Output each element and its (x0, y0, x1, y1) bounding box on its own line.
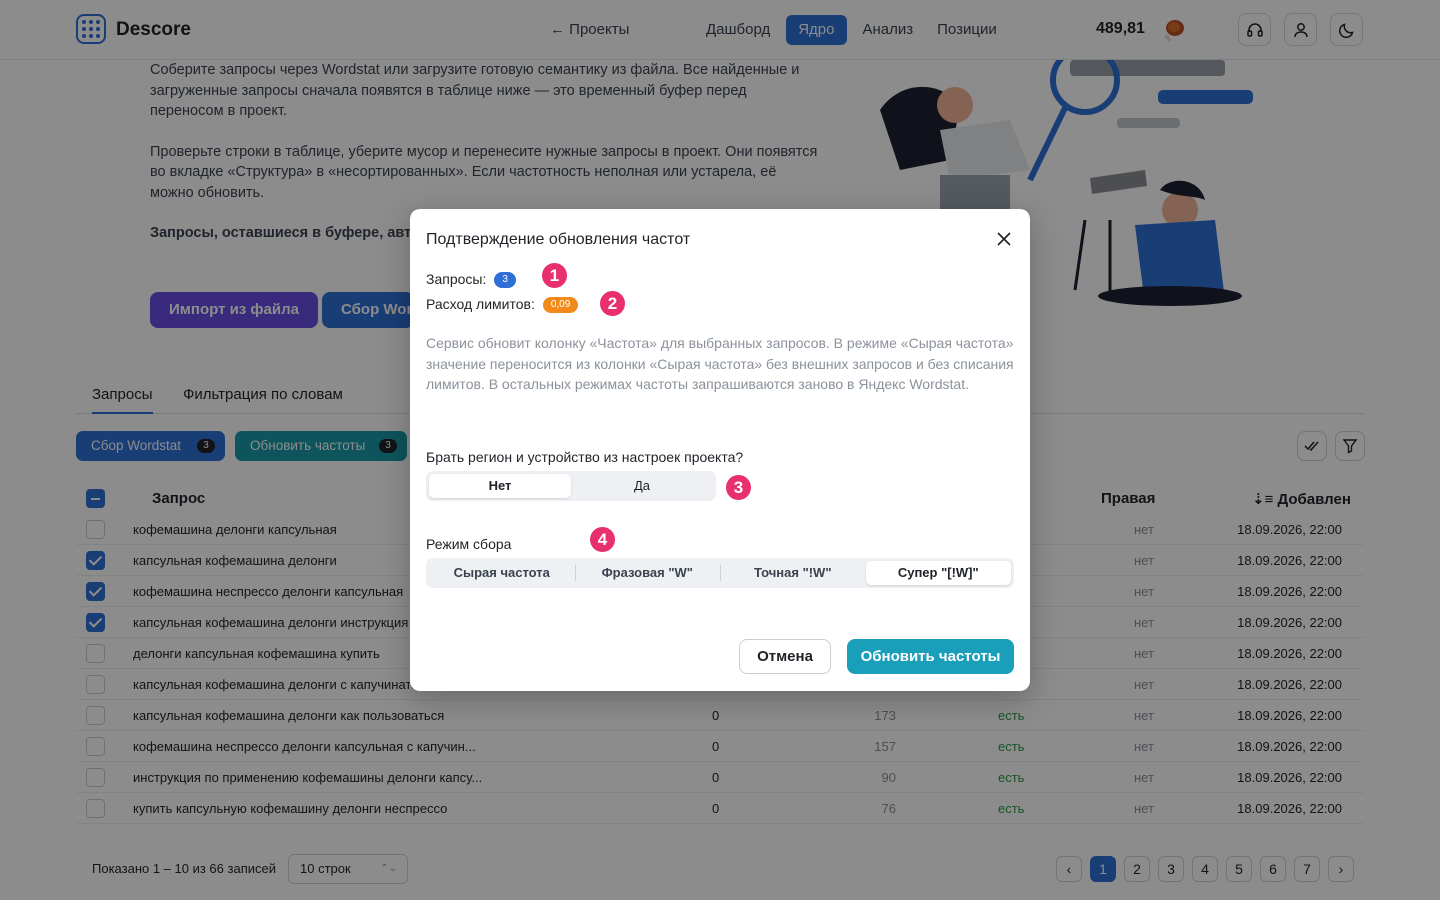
close-icon[interactable] (996, 231, 1012, 247)
update-frequencies-dialog: Подтверждение обновления частот Запросы:… (410, 209, 1030, 691)
annotation-marker-2: 2 (598, 289, 627, 318)
region-question: Брать регион и устройство из настроек пр… (426, 449, 744, 465)
dialog-description: Сервис обновит колонку «Частота» для выб… (426, 335, 1014, 392)
mode-option-super[interactable]: Супер "[!W]" (865, 561, 1011, 585)
mode-option-raw[interactable]: Сырая частота (429, 561, 575, 585)
region-option-yes[interactable]: Да (571, 474, 713, 498)
queries-count-line: Запросы: 3 (426, 271, 516, 289)
queries-label: Запросы: (426, 271, 487, 287)
annotation-marker-1: 1 (540, 261, 569, 290)
annotation-marker-3: 3 (724, 473, 753, 502)
confirm-update-button[interactable]: Обновить частоты (847, 639, 1014, 674)
limits-line: Расход лимитов: 0,09 (426, 296, 579, 314)
mode-label: Режим сбора (426, 536, 512, 552)
limits-label: Расход лимитов: (426, 296, 535, 312)
annotation-marker-4: 4 (588, 525, 617, 554)
cancel-button[interactable]: Отмена (739, 639, 831, 674)
limits-badge: 0,09 (542, 297, 579, 314)
mode-option-exact[interactable]: Точная "!W" (720, 561, 866, 585)
mode-option-phrase[interactable]: Фразовая "W" (574, 561, 721, 585)
queries-count-badge: 3 (494, 272, 516, 289)
dialog-title: Подтверждение обновления частот (426, 231, 691, 248)
mode-segmented-control: Сырая частота Фразовая "W" Точная "!W" С… (426, 558, 1014, 588)
region-toggle: Нет Да (426, 471, 716, 501)
region-option-no[interactable]: Нет (429, 474, 571, 498)
